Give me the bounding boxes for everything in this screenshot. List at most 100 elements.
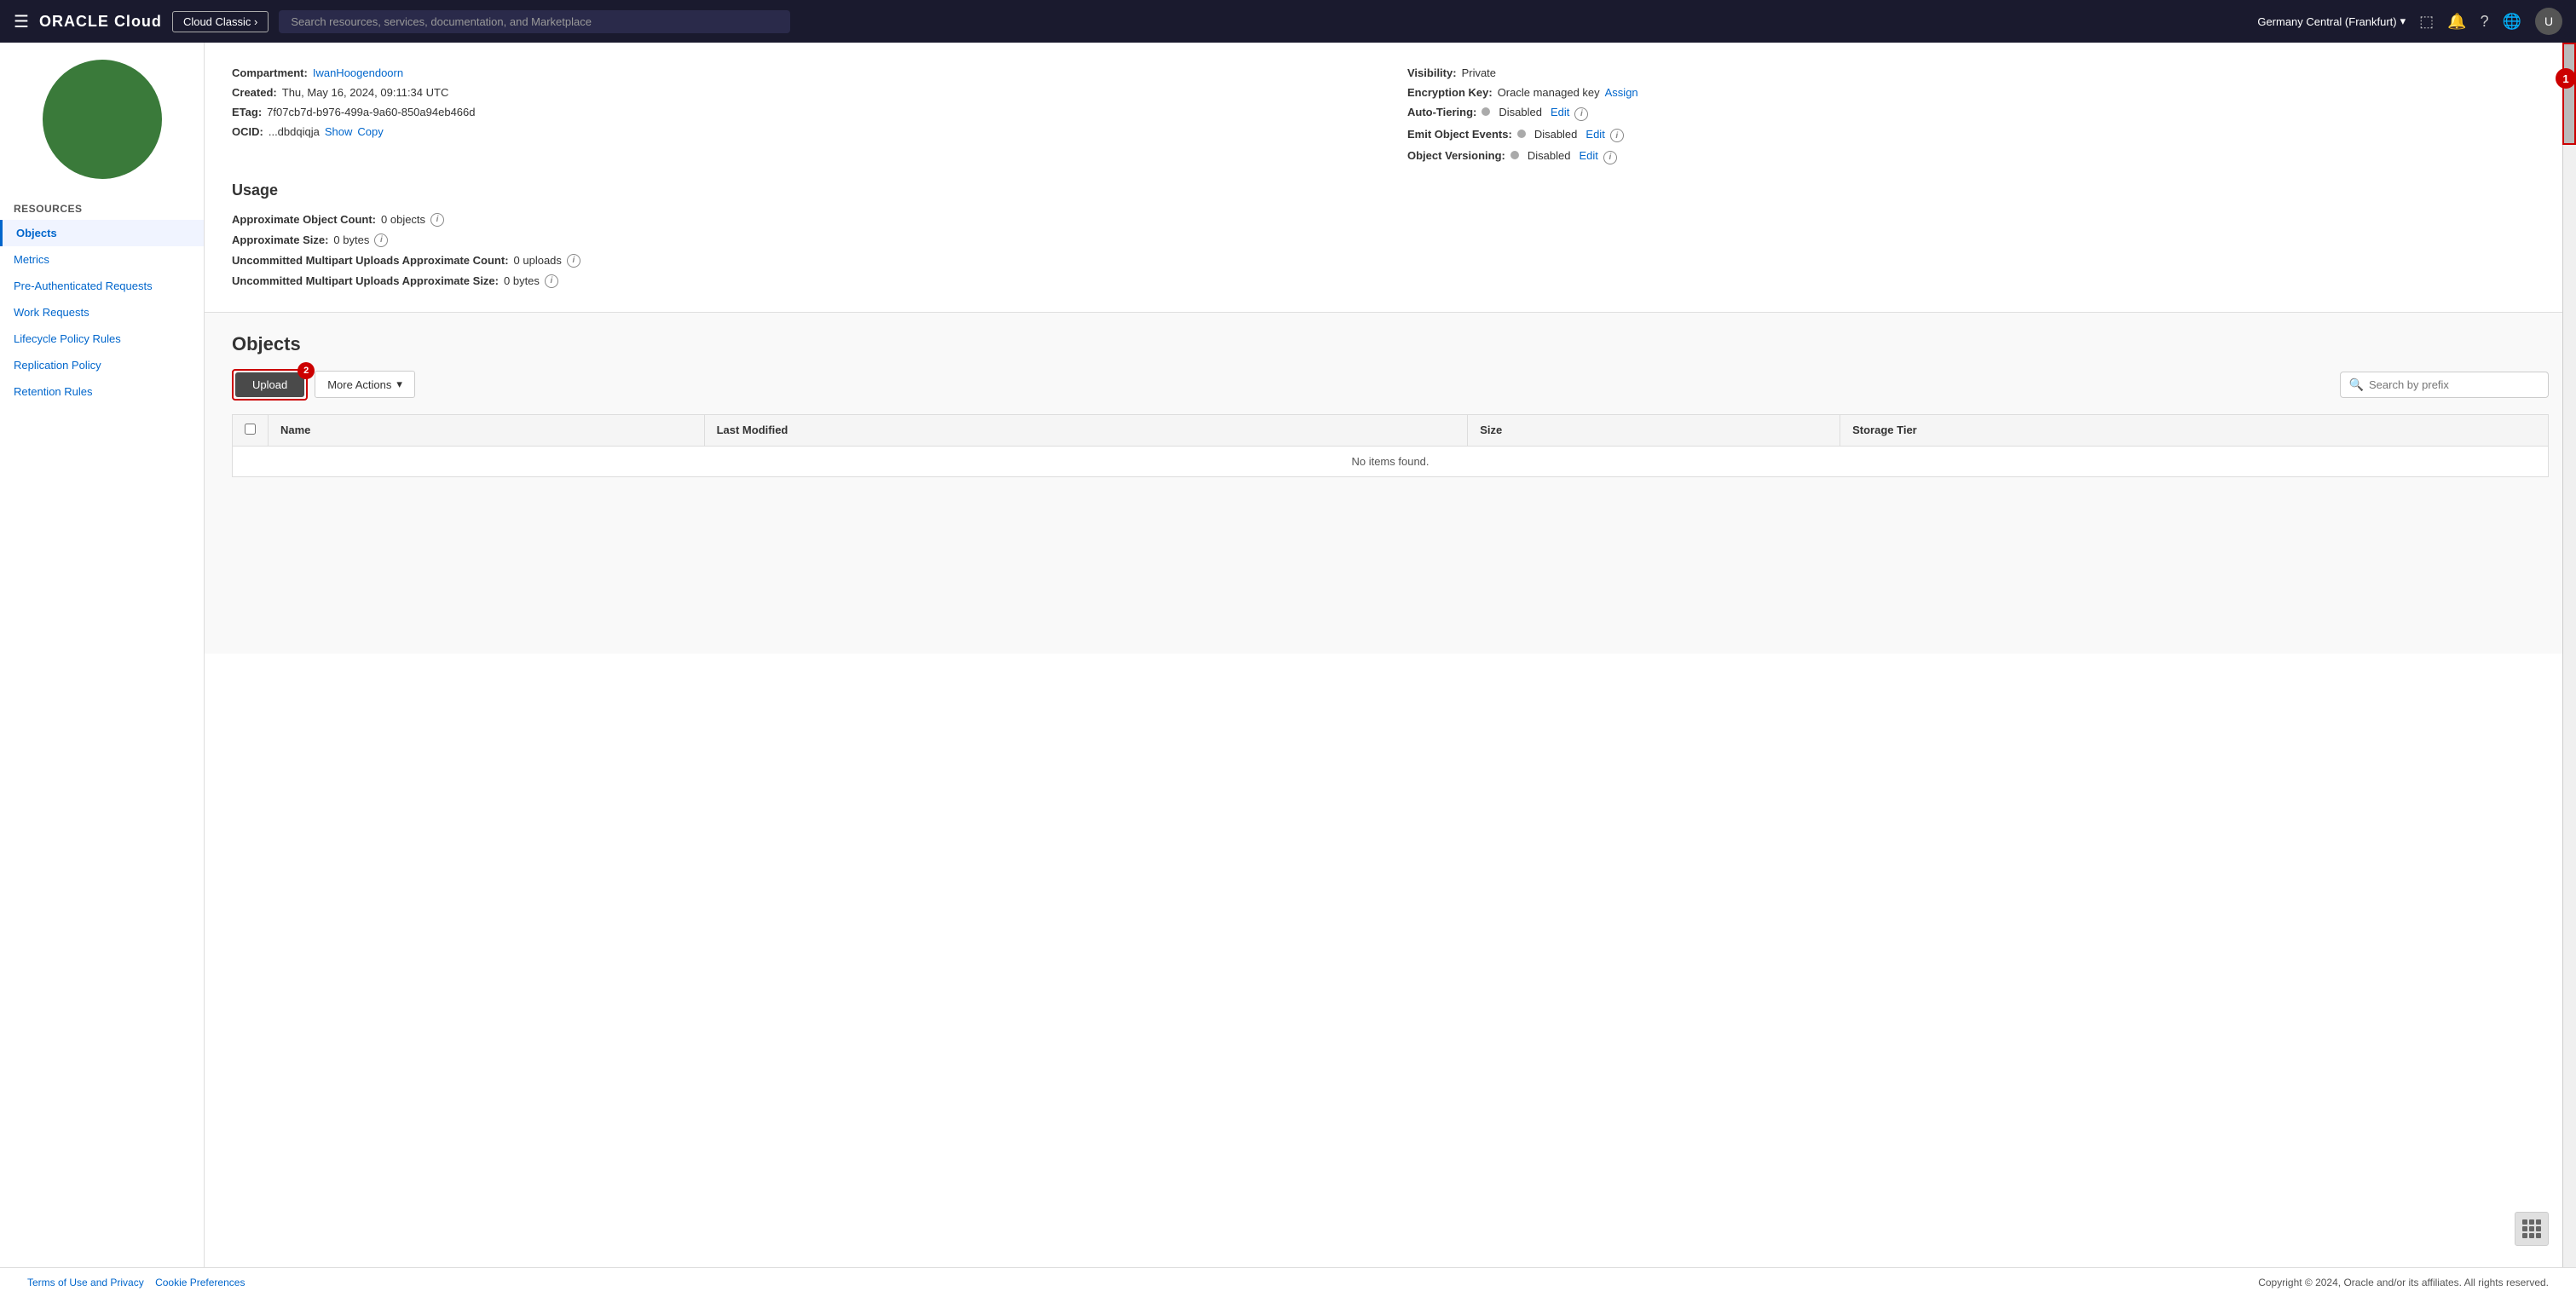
compartment-label: Compartment: — [232, 66, 308, 79]
name-column-header[interactable]: Name — [269, 414, 705, 446]
auto-tiering-value: Disabled — [1499, 106, 1542, 118]
show-link[interactable]: Show — [325, 125, 353, 138]
top-navigation: ☰ ORACLE Cloud Cloud Classic › Germany C… — [0, 0, 2576, 43]
page-scrollbar[interactable] — [2562, 43, 2576, 1270]
ocid-label: OCID: — [232, 125, 263, 138]
ocid-value: ...dbdqiqja — [269, 125, 320, 138]
obj-count-value: 0 objects — [381, 213, 425, 226]
emit-events-row: Emit Object Events: Disabled Edit i — [1407, 124, 2549, 147]
grid-dot — [2536, 1226, 2541, 1231]
hamburger-icon[interactable]: ☰ — [14, 11, 29, 32]
no-items-row: No items found. — [233, 446, 2549, 476]
size-row: Approximate Size: 0 bytes i — [232, 230, 2549, 251]
detail-right-column: Visibility: Private Encryption Key: Orac… — [1407, 63, 2549, 168]
last-modified-column-header[interactable]: Last Modified — [704, 414, 1468, 446]
search-icon: 🔍 — [2349, 378, 2364, 392]
table-header: Name Last Modified Size Storage Tier — [233, 414, 2549, 446]
size-label: Approximate Size: — [232, 233, 328, 246]
sidebar-item-lifecycle[interactable]: Lifecycle Policy Rules — [0, 326, 204, 352]
main-content: Compartment: IwanHoogendoorn Created: Th… — [205, 43, 2576, 1297]
auto-tiering-edit-link[interactable]: Edit — [1551, 106, 1569, 118]
select-all-checkbox[interactable] — [245, 424, 256, 435]
obj-versioning-info-icon[interactable]: i — [1603, 151, 1617, 164]
compartment-value[interactable]: IwanHoogendoorn — [313, 66, 403, 79]
size-info-icon[interactable]: i — [374, 233, 388, 247]
user-avatar[interactable]: U — [2535, 8, 2562, 35]
sidebar-item-retention[interactable]: Retention Rules — [0, 378, 204, 405]
sidebar-avatar-section — [0, 43, 204, 193]
encryption-row: Encryption Key: Oracle managed key Assig… — [1407, 83, 2549, 102]
objects-title: Objects — [232, 333, 2549, 355]
compartment-row: Compartment: IwanHoogendoorn — [232, 63, 1373, 83]
page-wrapper: Resources Objects Metrics Pre-Authentica… — [0, 43, 2576, 1297]
global-search-input[interactable] — [279, 10, 790, 33]
copy-link[interactable]: Copy — [357, 125, 383, 138]
multipart-count-info-icon[interactable]: i — [567, 254, 580, 268]
region-selector[interactable]: Germany Central (Frankfurt) ▾ — [2257, 14, 2406, 28]
sidebar-item-objects[interactable]: Objects — [0, 220, 204, 246]
bucket-detail-section: Compartment: IwanHoogendoorn Created: Th… — [205, 43, 2576, 313]
cloud-classic-button[interactable]: Cloud Classic › — [172, 11, 269, 32]
grid-dot — [2529, 1219, 2534, 1225]
obj-versioning-edit-link[interactable]: Edit — [1579, 149, 1597, 162]
sidebar: Resources Objects Metrics Pre-Authentica… — [0, 43, 205, 1297]
nav-right-actions: Germany Central (Frankfurt) ▾ ⬚ 🔔 ? 🌐 U — [2257, 8, 2562, 35]
table-body: No items found. — [233, 446, 2549, 476]
upload-button[interactable]: Upload — [235, 372, 304, 397]
upload-badge: 2 — [297, 362, 315, 379]
grid-dot — [2522, 1219, 2527, 1225]
console-icon[interactable]: ⬚ — [2419, 13, 2434, 31]
sidebar-item-metrics[interactable]: Metrics — [0, 246, 204, 273]
upload-button-wrapper: 2 Upload — [232, 369, 308, 401]
emit-events-toggle — [1517, 130, 1526, 138]
created-row: Created: Thu, May 16, 2024, 09:11:34 UTC — [232, 83, 1373, 102]
usage-section: Usage Approximate Object Count: 0 object… — [232, 182, 2549, 291]
grid-dot — [2536, 1233, 2541, 1238]
multipart-count-label: Uncommitted Multipart Uploads Approximat… — [232, 254, 509, 267]
emit-events-value: Disabled — [1534, 128, 1578, 141]
storage-tier-column-header[interactable]: Storage Tier — [1840, 414, 2549, 446]
size-column-header[interactable]: Size — [1468, 414, 1840, 446]
grid-dot — [2529, 1233, 2534, 1238]
emit-events-edit-link[interactable]: Edit — [1585, 128, 1604, 141]
search-by-prefix-input[interactable] — [2369, 378, 2539, 391]
encryption-label: Encryption Key: — [1407, 86, 1493, 99]
footer-left: Terms of Use and Privacy Cookie Preferen… — [27, 1277, 245, 1288]
cookie-preferences-link[interactable]: Cookie Preferences — [155, 1277, 245, 1288]
emit-events-info-icon[interactable]: i — [1610, 129, 1624, 142]
help-icon[interactable]: ? — [2481, 13, 2489, 31]
sidebar-item-pre-authenticated[interactable]: Pre-Authenticated Requests — [0, 273, 204, 299]
bucket-avatar — [43, 60, 162, 179]
more-actions-chevron-icon: ▾ — [396, 378, 402, 391]
chevron-down-icon: ▾ — [2400, 14, 2406, 28]
scrollbar-highlight — [2562, 43, 2576, 145]
emit-events-label: Emit Object Events: — [1407, 128, 1512, 141]
visibility-label: Visibility: — [1407, 66, 1457, 79]
sidebar-item-replication[interactable]: Replication Policy — [0, 352, 204, 378]
visibility-row: Visibility: Private — [1407, 63, 2549, 83]
size-value: 0 bytes — [333, 233, 369, 246]
globe-icon[interactable]: 🌐 — [2503, 13, 2521, 31]
created-value: Thu, May 16, 2024, 09:11:34 UTC — [282, 86, 449, 99]
obj-versioning-label: Object Versioning: — [1407, 149, 1505, 162]
obj-count-label: Approximate Object Count: — [232, 213, 376, 226]
assign-link[interactable]: Assign — [1605, 86, 1638, 99]
obj-count-info-icon[interactable]: i — [430, 213, 444, 227]
more-actions-button[interactable]: More Actions ▾ — [315, 371, 415, 398]
multipart-size-info-icon[interactable]: i — [545, 274, 558, 288]
obj-versioning-value: Disabled — [1528, 149, 1571, 162]
encryption-value: Oracle managed key — [1498, 86, 1600, 99]
sidebar-item-work-requests[interactable]: Work Requests — [0, 299, 204, 326]
auto-tiering-row: Auto-Tiering: Disabled Edit i — [1407, 102, 2549, 124]
resources-section-title: Resources — [0, 193, 204, 220]
etag-value: 7f07cb7d-b976-499a-9a60-850a94eb466d — [267, 106, 475, 118]
table-header-row: Name Last Modified Size Storage Tier — [233, 414, 2549, 446]
usage-title: Usage — [232, 182, 2549, 199]
auto-tiering-info-icon[interactable]: i — [1574, 107, 1588, 121]
grid-view-toggle[interactable] — [2515, 1212, 2549, 1246]
multipart-size-row: Uncommitted Multipart Uploads Approximat… — [232, 271, 2549, 291]
obj-versioning-row: Object Versioning: Disabled Edit i — [1407, 146, 2549, 168]
terms-link[interactable]: Terms of Use and Privacy — [27, 1277, 144, 1288]
bell-icon[interactable]: 🔔 — [2447, 13, 2466, 31]
select-all-checkbox-header[interactable] — [233, 414, 269, 446]
